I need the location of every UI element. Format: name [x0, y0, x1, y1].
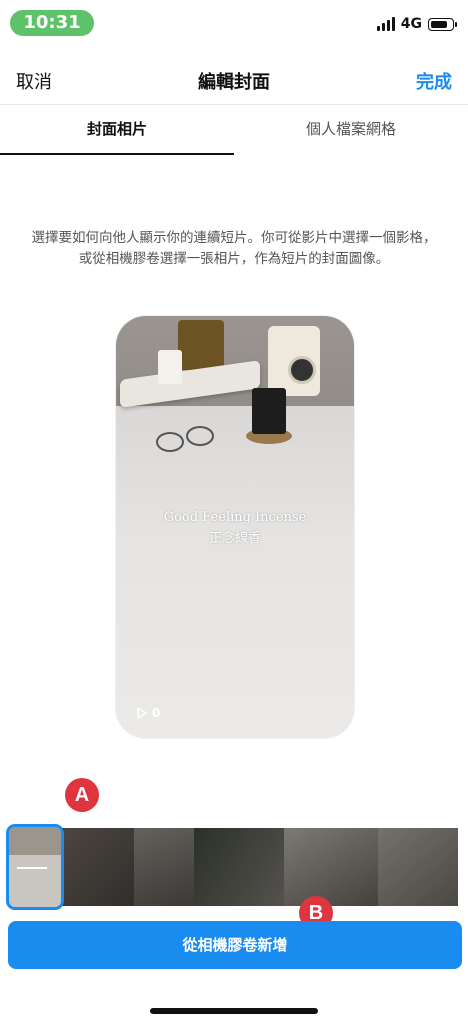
- battery-icon: [428, 17, 457, 31]
- play-icon: [137, 707, 147, 719]
- tab-bar: 封面相片 個人檔案網格: [0, 105, 468, 155]
- selected-frame-thumbnail[interactable]: [6, 824, 64, 910]
- signal-icon: [376, 17, 395, 31]
- status-time: 10:31: [10, 10, 94, 36]
- tab-cover-photo[interactable]: 封面相片: [0, 105, 234, 155]
- preview-glasses: [156, 424, 214, 454]
- status-indicators: 4G: [376, 14, 457, 34]
- cover-preview: Good Feeling Incense 正念線香 0: [116, 316, 354, 738]
- preview-jar: [158, 350, 182, 384]
- nav-bar: 取消 編輯封面 完成: [0, 56, 468, 104]
- preview-mug: [252, 388, 286, 434]
- page-title: 編輯封面: [198, 72, 270, 93]
- instructions-text: 選擇要如何向他人顯示你的連續短片。你可從影片中選擇一個影格，或從相機膠卷選擇一張…: [31, 230, 437, 267]
- preview-camera-lens: [288, 356, 316, 384]
- annotation-badge-a: A: [65, 778, 99, 812]
- frame-strip-shade: [8, 828, 458, 906]
- preview-desk: [116, 406, 354, 738]
- overlay-text-en: Good Feeling Incense: [163, 510, 307, 525]
- tab-profile-grid[interactable]: 個人檔案網格: [234, 105, 468, 155]
- frame-strip[interactable]: [8, 828, 458, 906]
- preview-overlay-text: Good Feeling Incense 正念線香: [116, 510, 354, 546]
- status-bar: 10:31 4G: [0, 0, 468, 46]
- network-type: 4G: [400, 16, 422, 32]
- play-count-value: 0: [152, 706, 161, 720]
- add-from-camera-roll-button[interactable]: 從相機膠卷新增: [8, 921, 462, 969]
- done-button[interactable]: 完成: [416, 68, 452, 94]
- overlay-text-zh: 正念線香: [208, 531, 261, 546]
- play-count: 0: [136, 706, 160, 720]
- preview-candle: [178, 320, 224, 370]
- home-indicator: [150, 1008, 318, 1014]
